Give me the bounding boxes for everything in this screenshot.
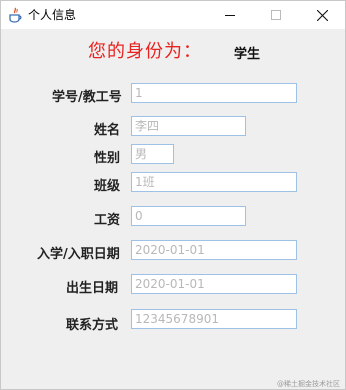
title-bar[interactable]: 个人信息 (1, 1, 345, 29)
personal-info-window: 个人信息 您的身份为： 学生 学号/教工号 1 姓名 李四 性别 男 班级 1班… (0, 0, 346, 390)
label-enrollment-date: 入学/入职日期 (37, 247, 120, 262)
field-birth-date[interactable]: 2020-01-01 (131, 274, 297, 294)
close-button[interactable] (299, 1, 345, 29)
field-gender[interactable]: 男 (131, 144, 174, 164)
field-name[interactable]: 李四 (131, 116, 246, 136)
label-gender: 性别 (94, 151, 121, 166)
label-salary: 工资 (94, 213, 121, 228)
identity-heading: 您的身份为： (88, 41, 202, 62)
identity-role: 学生 (234, 47, 261, 62)
java-app-icon (8, 7, 22, 23)
field-id-number[interactable]: 1 (131, 83, 297, 103)
watermark: @稀土掘金技术社区 (277, 380, 340, 388)
maximize-button[interactable] (253, 1, 299, 29)
label-contact: 联系方式 (66, 318, 119, 333)
label-id-number: 学号/教工号 (52, 90, 122, 105)
maximize-icon (271, 10, 281, 20)
field-contact[interactable]: 12345678901 (131, 309, 297, 329)
window-title: 个人信息 (28, 8, 77, 22)
label-name: 姓名 (94, 123, 121, 138)
label-class: 班级 (94, 179, 121, 194)
field-enrollment-date[interactable]: 2020-01-01 (131, 240, 297, 260)
minimize-button[interactable] (207, 1, 253, 29)
close-icon (316, 9, 328, 21)
field-class[interactable]: 1班 (131, 172, 297, 192)
label-birth-date: 出生日期 (66, 281, 119, 296)
minimize-icon (225, 15, 235, 16)
field-salary[interactable]: 0 (131, 206, 246, 226)
